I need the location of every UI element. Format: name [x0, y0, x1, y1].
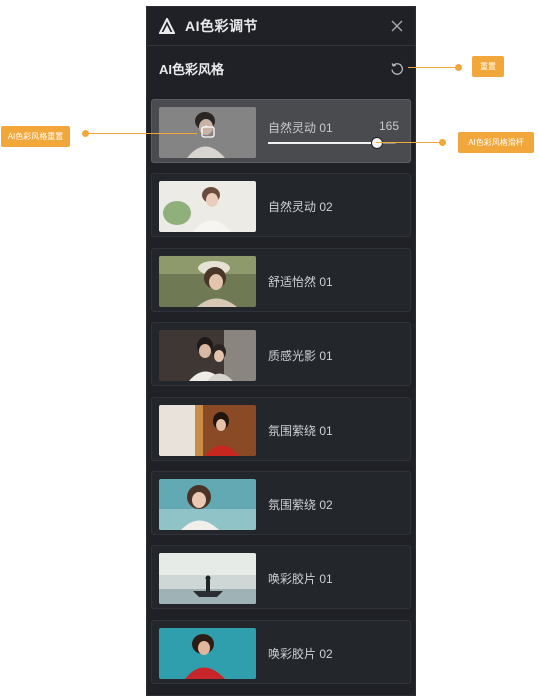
style-item[interactable]: 自然灵动 02 [151, 173, 411, 238]
reset-callout-dot [454, 63, 462, 71]
style-thumbnail [159, 181, 256, 233]
reset-icon[interactable] [389, 61, 405, 77]
style-item[interactable]: 氛围萦绕 02 [151, 470, 411, 535]
slider-callout-tag: AI色彩风格滑杆 [458, 132, 534, 153]
style-label: 唤彩胶片 01 [268, 572, 333, 587]
style-label: 自然灵动 02 [268, 200, 333, 215]
style-reset-callout-tag: AI色彩风格重置 [1, 126, 70, 147]
style-item[interactable]: 唤彩胶片 01 [151, 545, 411, 610]
style-label: 唤彩胶片 02 [268, 646, 333, 661]
slider-callout-line [376, 142, 442, 143]
ai-color-panel: AI色彩调节 AI色彩风格 自然灵动 01 165 自然灵动 02 舒适怡然 0… [146, 6, 416, 696]
style-item[interactable]: 舒适怡然 01 [151, 247, 411, 312]
style-thumbnail [159, 478, 256, 530]
style-value: 165 [378, 119, 399, 133]
style-label: 舒适怡然 01 [268, 274, 333, 289]
section-header: AI色彩风格 [147, 46, 415, 90]
style-item[interactable]: 氛围萦绕 01 [151, 396, 411, 461]
triangle-logo-icon [159, 18, 175, 34]
panel-title: AI色彩调节 [185, 18, 258, 34]
style-thumbnail [159, 330, 256, 382]
section-title: AI色彩风格 [159, 61, 225, 77]
style-item[interactable]: 唤彩胶片 02 [151, 619, 411, 684]
style-label: 氛围萦绕 02 [268, 497, 333, 512]
reset-callout-line [408, 67, 458, 68]
style-label: 自然灵动 01 [268, 121, 333, 135]
close-icon[interactable] [389, 18, 405, 34]
slider-fill [268, 142, 377, 144]
style-label: 质感光影 01 [268, 349, 333, 364]
style-reset-icon[interactable] [200, 124, 216, 140]
style-item-selected[interactable]: 自然灵动 01 165 [151, 99, 411, 163]
stage: AI色彩调节 AI色彩风格 自然灵动 01 165 自然灵动 02 舒适怡然 0… [0, 0, 539, 700]
reset-callout-tag: 重置 [472, 56, 504, 77]
style-label: 氛围萦绕 01 [268, 423, 333, 438]
style-thumbnail [159, 627, 256, 679]
style-list: 自然灵动 01 165 自然灵动 02 舒适怡然 01 质感光影 01 氛围萦绕… [151, 99, 411, 694]
style-thumbnail [159, 404, 256, 456]
slider-callout-dot [438, 138, 446, 146]
style-item[interactable]: 质感光影 01 [151, 322, 411, 387]
slider-handle[interactable] [370, 137, 383, 149]
style-thumbnail [159, 255, 256, 307]
style-reset-callout-line [85, 133, 197, 134]
panel-header: AI色彩调节 [147, 7, 415, 46]
style-thumbnail [159, 553, 256, 605]
